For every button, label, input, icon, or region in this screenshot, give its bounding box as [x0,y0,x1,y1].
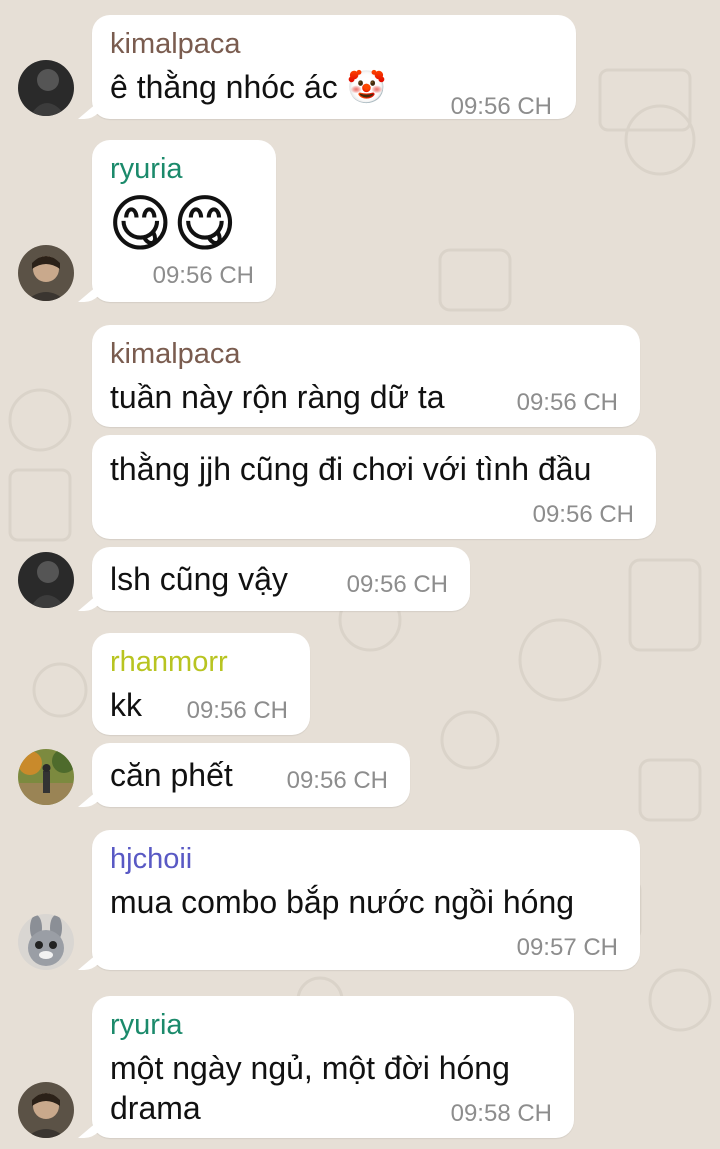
message-time: 09:56 CH [532,501,634,528]
message-text: lsh cũng vậy [110,561,288,597]
message-time: 09:56 CH [346,571,448,598]
sender-name[interactable]: hjchoii [110,842,192,876]
message-time: 09:56 CH [152,262,254,289]
message-time: 09:57 CH [516,934,618,961]
message-time: 09:56 CH [516,389,618,416]
message-bubble[interactable]: ryuria 😋😋 09:56 CH [92,140,276,302]
sender-name[interactable]: ryuria [110,1008,183,1042]
avatar[interactable] [18,914,74,970]
message-bubble[interactable]: rhanmorr kk 09:56 CH [92,633,310,735]
message-time: 09:58 CH [450,1100,552,1127]
message-text: thằng jjh cũng đi chơi với tình đầu [110,451,592,487]
message-time: 09:56 CH [186,697,288,724]
message-time: 09:56 CH [286,767,388,794]
avatar[interactable] [18,1082,74,1138]
message-bubble[interactable]: kimalpaca ê thằng nhóc ác 🤡 09:56 CH [92,15,576,120]
avatar[interactable] [18,749,74,805]
message-text: tuần này rộn ràng dữ ta [110,379,445,415]
sender-name[interactable]: ryuria [110,152,183,186]
sender-name[interactable]: kimalpaca [110,27,241,61]
message-text-line: một ngày ngủ, một đời hóng [110,1050,510,1086]
sender-name[interactable]: rhanmorr [110,645,228,679]
message-text: mua combo bắp nước ngồi hóng [110,884,575,920]
message-text: ê thằng nhóc ác 🤡 [110,69,387,105]
message-bubble[interactable]: căn phết 09:56 CH [92,743,410,807]
message-bubble[interactable]: hjchoii mua combo bắp nước ngồi hóng 09:… [92,830,640,970]
message-bubble[interactable]: kimalpaca tuần này rộn ràng dữ ta 09:56 … [92,325,640,427]
message-bubble[interactable]: lsh cũng vậy 09:56 CH [92,547,470,611]
avatar[interactable] [18,245,74,301]
chat-area[interactable]: kimalpaca ê thằng nhóc ác 🤡 09:56 CH ryu… [0,0,720,1149]
message-bubble[interactable]: thằng jjh cũng đi chơi với tình đầu 09:5… [92,435,656,539]
message-text: kk [110,687,142,723]
avatar[interactable] [18,60,74,116]
avatar[interactable] [18,552,74,608]
sender-name[interactable]: kimalpaca [110,337,241,371]
message-emoji: 😋😋 [108,190,238,259]
message-bubble[interactable]: ryuria một ngày ngủ, một đời hóng drama … [92,996,574,1138]
message-time: 09:56 CH [450,93,552,120]
message-text-line: drama [110,1090,201,1126]
message-text: căn phết [110,757,233,793]
